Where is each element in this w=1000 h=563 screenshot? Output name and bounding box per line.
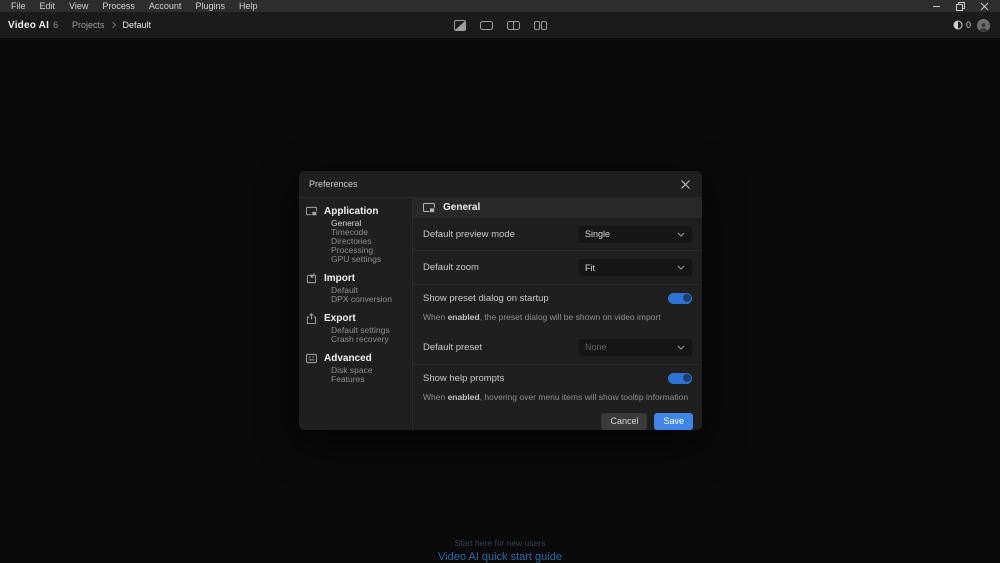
preview-mode-dropdown[interactable]: Single	[578, 226, 692, 243]
sidebar-section-import: Import Default DPX conversion	[306, 273, 412, 304]
sidebar-label-import: Import	[324, 273, 355, 284]
chevron-right-icon	[111, 16, 117, 34]
window-controls	[924, 0, 996, 12]
panel-header: General	[413, 197, 702, 218]
app-window-icon	[306, 206, 317, 217]
menu-bar: File Edit View Process Account Plugins H…	[0, 0, 1000, 12]
zoom-value: Fit	[585, 263, 595, 273]
sidebar-section-application: Application General Timecode Directories…	[306, 206, 412, 264]
sidebar-label-export: Export	[324, 313, 356, 324]
dialog-titlebar: Preferences	[299, 171, 702, 197]
breadcrumb-default: Default	[123, 20, 152, 30]
panel-title: General	[443, 202, 480, 213]
split-view-icon[interactable]	[507, 19, 520, 32]
credits-indicator[interactable]: 0	[953, 20, 971, 30]
close-icon[interactable]	[972, 0, 996, 12]
toggle-knob	[683, 294, 691, 302]
app-version: 6	[53, 20, 58, 30]
credit-icon	[953, 20, 963, 30]
help-prompts-label: Show help prompts	[423, 373, 504, 384]
help-prompts-toggle[interactable]	[668, 373, 692, 384]
sidebar-label-application: Application	[324, 206, 378, 217]
minimize-icon[interactable]	[924, 0, 948, 12]
app-name: Video AI	[8, 20, 49, 31]
restore-icon[interactable]	[948, 0, 972, 12]
sidebar-head-application[interactable]: Application	[306, 206, 412, 217]
default-preset-label: Default preset	[423, 342, 482, 353]
help-prompts-row: Show help prompts	[413, 365, 702, 392]
zoom-label: Default zoom	[423, 262, 479, 273]
sidebar-item-gpu-settings[interactable]: GPU settings	[331, 255, 412, 264]
menu-file[interactable]: File	[4, 0, 33, 12]
export-icon	[306, 313, 317, 324]
chevron-down-icon	[677, 232, 685, 237]
breadcrumb: Projects Default	[72, 16, 151, 34]
menu-plugins[interactable]: Plugins	[188, 0, 232, 12]
sidebar-head-import[interactable]: Import	[306, 273, 412, 284]
menu-process[interactable]: Process	[95, 0, 142, 12]
menu-view[interactable]: View	[62, 0, 95, 12]
menu-edit[interactable]: Edit	[33, 0, 63, 12]
default-preset-value: None	[585, 342, 607, 352]
preview-mode-value: Single	[585, 229, 610, 239]
single-view-icon[interactable]	[480, 19, 493, 32]
dialog-footer: Cancel Save	[413, 411, 702, 430]
import-icon	[306, 273, 317, 284]
preferences-panel: General Default preview mode Single Defa…	[413, 197, 702, 430]
credit-count: 0	[966, 20, 971, 30]
app-title: Video AI 6	[0, 20, 66, 31]
menu-help[interactable]: Help	[232, 0, 265, 12]
default-preset-row: Default preset None	[413, 331, 702, 364]
breadcrumb-projects[interactable]: Projects	[72, 20, 105, 30]
preset-dialog-toggle[interactable]	[668, 293, 692, 304]
toolbar: Video AI 6 Projects Default	[0, 12, 1000, 38]
save-button[interactable]: Save	[654, 413, 693, 430]
cancel-button[interactable]: Cancel	[601, 413, 647, 430]
sidebar-item-features[interactable]: Features	[331, 375, 412, 384]
preview-mode-row: Default preview mode Single	[413, 218, 702, 251]
new-user-hint: Start here for new users	[0, 538, 1000, 548]
sidebar-item-crash-recovery[interactable]: Crash recovery	[331, 335, 412, 344]
comparison-icon[interactable]	[453, 19, 466, 32]
app-window-icon	[423, 202, 435, 214]
default-preset-dropdown[interactable]: None	[578, 339, 692, 356]
app-window: File Edit View Process Account Plugins H…	[0, 0, 1000, 563]
preferences-dialog: Preferences Application General	[299, 171, 702, 430]
sidebar-item-dpx-conversion[interactable]: DPX conversion	[331, 295, 412, 304]
dialog-title: Preferences	[309, 179, 358, 189]
preset-dialog-row: Show preset dialog on startup	[413, 285, 702, 312]
toolbar-right: 0	[953, 19, 1000, 32]
sidebar-label-advanced: Advanced	[324, 353, 372, 364]
chevron-down-icon	[677, 265, 685, 270]
dialog-close-icon[interactable]	[678, 177, 692, 191]
quick-start-guide-link[interactable]: Video AI quick start guide	[0, 551, 1000, 563]
advanced-icon	[306, 353, 317, 364]
sidebar-head-export[interactable]: Export	[306, 313, 412, 324]
preview-mode-label: Default preview mode	[423, 229, 515, 240]
preferences-sidebar: Application General Timecode Directories…	[299, 197, 413, 430]
view-mode-group	[453, 12, 547, 38]
preset-dialog-helper: When enabled, the preset dialog will be …	[413, 312, 702, 331]
help-prompts-helper: When enabled, hovering over menu items w…	[413, 392, 702, 411]
sidebar-head-advanced[interactable]: Advanced	[306, 353, 412, 364]
side-by-side-icon[interactable]	[534, 19, 547, 32]
sidebar-section-advanced: Advanced Disk space Features	[306, 353, 412, 384]
menu-account[interactable]: Account	[142, 0, 189, 12]
preset-dialog-label: Show preset dialog on startup	[423, 293, 549, 304]
toggle-knob	[683, 374, 691, 382]
sidebar-section-export: Export Default settings Crash recovery	[306, 313, 412, 344]
zoom-dropdown[interactable]: Fit	[578, 259, 692, 276]
user-avatar[interactable]	[977, 19, 990, 32]
zoom-row: Default zoom Fit	[413, 251, 702, 284]
chevron-down-icon	[677, 345, 685, 350]
